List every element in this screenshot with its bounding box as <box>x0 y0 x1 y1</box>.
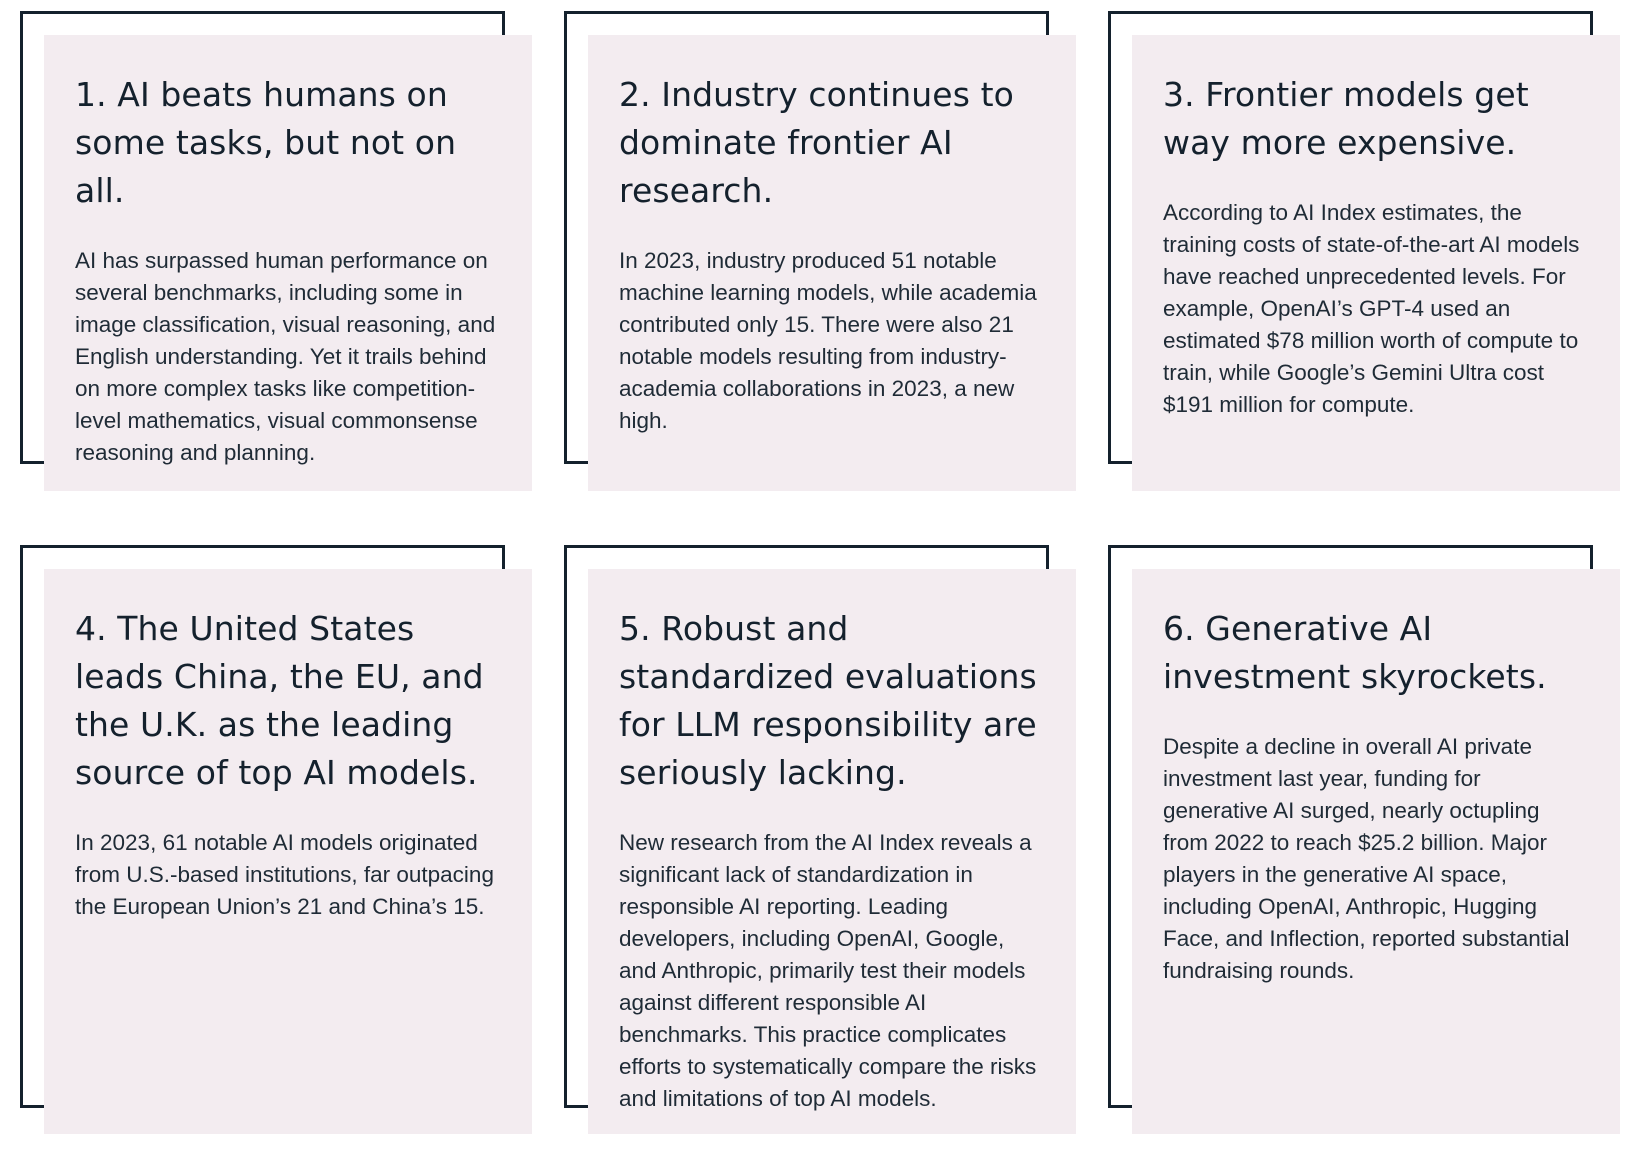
card-title: 2. Industry continues to dominate fronti… <box>619 75 1014 210</box>
card-body: In 2023, industry produced 51 notable ma… <box>619 248 1037 433</box>
card-title: 4. The United States leads China, the EU… <box>75 609 484 792</box>
takeaway-card-4: 4. The United States leads China, the EU… <box>44 569 532 1134</box>
takeaway-card-5: 5. Robust and standardized evaluations f… <box>588 569 1076 1134</box>
card-body: Despite a decline in overall AI private … <box>1163 734 1570 983</box>
card-title: 3. Frontier models get way more expensiv… <box>1163 75 1529 162</box>
takeaway-card-1: 1. AI beats humans on some tasks, but no… <box>44 35 532 491</box>
takeaway-card-3: 3. Frontier models get way more expensiv… <box>1132 35 1620 491</box>
card-title: 6. Generative AI investment skyrockets. <box>1163 609 1547 696</box>
card-body: New research from the AI Index reveals a… <box>619 830 1037 1111</box>
card-body: According to AI Index estimates, the tra… <box>1163 200 1580 417</box>
card-title: 5. Robust and standardized evaluations f… <box>619 609 1037 792</box>
takeaway-card-6: 6. Generative AI investment skyrockets. … <box>1132 569 1620 1134</box>
takeaway-card-2: 2. Industry continues to dominate fronti… <box>588 35 1076 491</box>
card-body: AI has surpassed human performance on se… <box>75 248 496 465</box>
card-body: In 2023, 61 notable AI models originated… <box>75 830 494 919</box>
card-title: 1. AI beats humans on some tasks, but no… <box>75 75 457 210</box>
